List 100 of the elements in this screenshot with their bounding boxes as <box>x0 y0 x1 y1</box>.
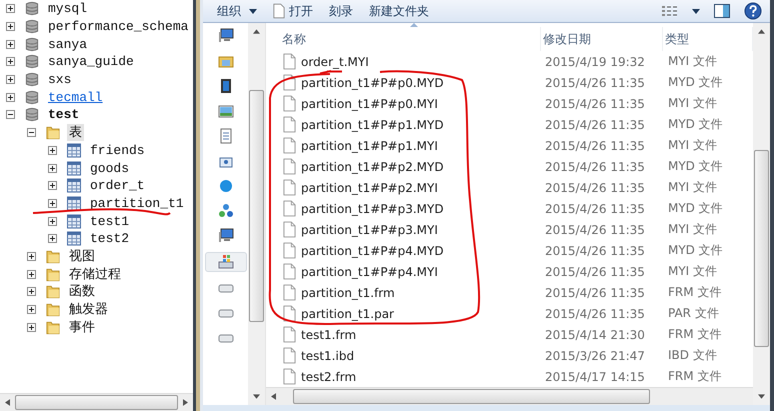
expander-icon[interactable] <box>48 164 57 173</box>
tree-item[interactable]: sanya_guide <box>46 53 136 70</box>
scroll-down-icon[interactable] <box>253 394 260 399</box>
file-name: partition_t1#P#p0.MYD <box>301 76 444 90</box>
file-row[interactable]: partition_t1#P#p1.MYI 2015/4/26 11:35 MYI 文件 <box>266 135 753 156</box>
tree-item[interactable]: tecmall <box>46 88 105 106</box>
expander-icon[interactable] <box>48 146 57 155</box>
expander-icon[interactable] <box>6 22 15 32</box>
tree-item[interactable]: 存储过程 <box>67 266 123 283</box>
tree-item[interactable]: goods <box>88 160 132 177</box>
table-icon <box>67 214 81 229</box>
tree-item[interactable]: mysql <box>46 0 90 18</box>
tree-item[interactable]: test <box>46 106 82 124</box>
tree-item[interactable]: 函数 <box>67 283 97 300</box>
file-type: MYI 文件 <box>667 53 718 70</box>
file-row[interactable]: partition_t1#P#p1.MYD 2015/4/26 11:35 MYD 文件 <box>266 114 753 135</box>
tree-item[interactable]: partition_t1 <box>88 194 186 212</box>
file-name: test1.ibd <box>301 348 354 362</box>
scroll-left-icon[interactable] <box>5 399 10 406</box>
file-row[interactable]: partition_t1#P#p0.MYD 2015/4/26 11:35 MYD 文件 <box>266 72 753 93</box>
horizontal-scrollbar[interactable] <box>0 393 193 411</box>
globe-icon <box>218 178 234 194</box>
organize-menu-button[interactable]: 组织 <box>213 1 269 21</box>
file-icon <box>273 3 285 19</box>
file-row[interactable]: partition_t1#P#p3.MYD 2015/4/26 11:35 MYD 文件 <box>266 198 753 219</box>
scroll-up-icon[interactable] <box>758 29 765 34</box>
file-icon <box>283 116 296 133</box>
expander-icon[interactable] <box>48 198 57 208</box>
vertical-scrollbar[interactable] <box>248 23 265 405</box>
expander-icon[interactable] <box>6 75 15 84</box>
scroll-left-icon[interactable] <box>271 393 276 400</box>
column-header[interactable]: 名称 <box>280 27 541 51</box>
file-row[interactable]: test1.frm 2015/4/14 21:30 FRM 文件 <box>266 324 753 345</box>
file-name: partition_t1#P#p3.MYI <box>301 222 438 236</box>
file-row[interactable]: partition_t1#P#p3.MYI 2015/4/26 11:35 MYI 文件 <box>266 219 753 240</box>
preview-pane-icon[interactable] <box>714 4 730 18</box>
file-icon <box>283 305 296 322</box>
database-icon <box>25 1 39 16</box>
tree-item[interactable]: 视图 <box>67 248 97 265</box>
file-row[interactable]: partition_t1#P#p4.MYI 2015/4/26 11:35 MYI 文件 <box>266 261 753 282</box>
toolbar-button[interactable]: 刻录 <box>325 1 365 21</box>
file-type: PAR 文件 <box>667 305 720 322</box>
tree-item[interactable]: 触发器 <box>67 301 110 318</box>
caret-icon[interactable] <box>692 8 700 14</box>
tree-item[interactable]: 表 <box>67 124 84 142</box>
view-list-icon[interactable] <box>662 4 678 18</box>
expander-icon[interactable] <box>27 305 36 314</box>
file-name: test2.frm <box>301 370 356 384</box>
scroll-down-icon[interactable] <box>758 394 765 399</box>
horizontal-scrollbar[interactable] <box>266 387 753 405</box>
tree-item[interactable]: sanya <box>46 36 90 53</box>
file-row[interactable]: order_t.MYI 2015/4/19 19:32 MYI 文件 <box>266 51 753 72</box>
tree-item[interactable]: friends <box>88 142 147 159</box>
toolbar-button[interactable]: 新建文件夹 <box>365 1 441 21</box>
scroll-up-icon[interactable] <box>253 29 260 34</box>
file-row[interactable]: partition_t1.par 2015/4/26 11:35 PAR 文件 <box>266 303 753 324</box>
vertical-scrollbar[interactable] <box>753 23 770 405</box>
file-row[interactable]: test1.ibd 2015/3/26 21:47 IBD 文件 <box>266 345 753 366</box>
expander-icon[interactable] <box>6 110 15 120</box>
scroll-right-icon[interactable] <box>183 399 188 406</box>
file-name: test1.frm <box>301 328 356 342</box>
help-icon[interactable] <box>744 2 762 20</box>
expander-icon[interactable] <box>48 181 57 190</box>
expander-icon[interactable] <box>27 128 36 138</box>
modified-date: 2015/4/26 11:35 <box>544 118 646 132</box>
modified-date: 2015/4/26 11:35 <box>544 222 646 236</box>
expander-icon[interactable] <box>48 216 57 226</box>
window-splitter[interactable] <box>193 0 203 411</box>
expander-icon[interactable] <box>6 40 15 49</box>
file-row[interactable]: test2.frm 2015/4/17 14:15 FRM 文件 <box>266 366 753 387</box>
expander-icon[interactable] <box>48 234 57 244</box>
file-type: FRM 文件 <box>667 368 722 385</box>
expander-icon[interactable] <box>27 252 36 261</box>
folder-icon <box>46 248 60 264</box>
tree-item[interactable]: performance_schema <box>46 18 190 36</box>
file-name: partition_t1#P#p4.MYD <box>301 244 444 258</box>
expander-icon[interactable] <box>27 270 36 279</box>
column-header[interactable]: 修改日期 <box>541 27 663 51</box>
file-row[interactable]: partition_t1#P#p4.MYD 2015/4/26 11:35 MYD 文件 <box>266 240 753 261</box>
expander-icon[interactable] <box>27 287 36 296</box>
file-row[interactable]: partition_t1#P#p2.MYD 2015/4/26 11:35 MYD 文件 <box>266 156 753 177</box>
tree-item[interactable]: test1 <box>88 212 132 230</box>
tree-item[interactable]: order_t <box>88 177 147 194</box>
expander-icon[interactable] <box>27 322 36 332</box>
tree-item[interactable]: test2 <box>88 230 132 248</box>
tree-item[interactable]: sxs <box>46 71 74 88</box>
table-icon <box>67 178 81 194</box>
file-name: partition_t1#P#p2.MYD <box>301 160 444 174</box>
file-row[interactable]: partition_t1#P#p0.MYI 2015/4/26 11:35 MYI 文件 <box>266 93 753 114</box>
file-name: partition_t1#P#p0.MYI <box>301 96 438 110</box>
file-row[interactable]: partition_t1#P#p2.MYI 2015/4/26 11:35 MYI 文件 <box>266 177 753 198</box>
tree-item[interactable]: 事件 <box>67 318 97 336</box>
expander-icon[interactable] <box>6 92 15 102</box>
file-name: partition_t1#P#p4.MYI <box>301 264 438 278</box>
open-button[interactable]: 打开 <box>269 1 325 21</box>
computer-icon <box>218 28 234 44</box>
expander-icon[interactable] <box>6 57 15 66</box>
file-icon <box>283 95 296 112</box>
expander-icon[interactable] <box>6 4 15 14</box>
file-row[interactable]: partition_t1.frm 2015/4/26 11:35 FRM 文件 <box>266 282 753 303</box>
